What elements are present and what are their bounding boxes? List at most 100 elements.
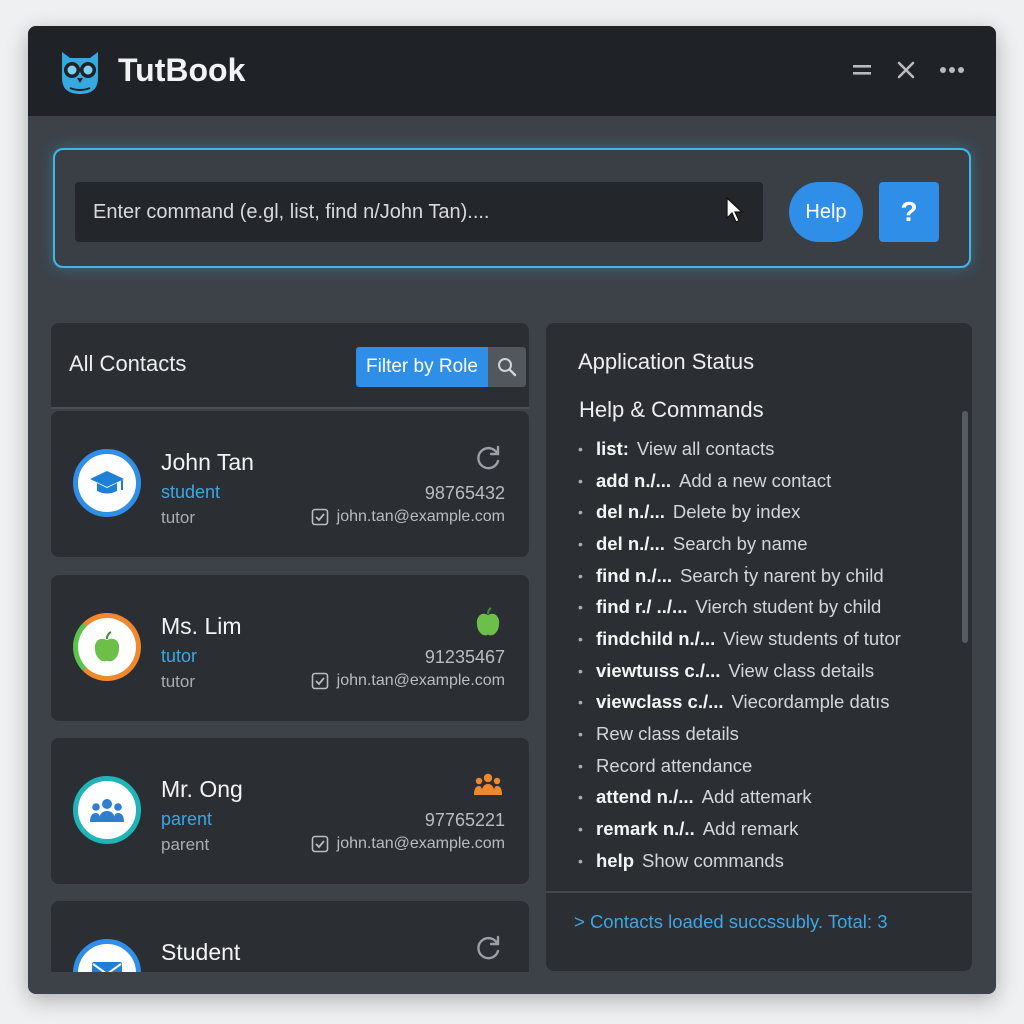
bullet-icon: • (578, 472, 583, 489)
command-description: View students of tutor (723, 627, 901, 649)
owl-logo-icon (62, 52, 98, 94)
command-description: Delete by index (672, 501, 801, 523)
contacts-title: All Contacts (69, 351, 187, 376)
command-description: View all contacts (636, 437, 775, 459)
more-icon[interactable] (934, 54, 970, 86)
contact-role: student (161, 482, 221, 502)
status-title: Application Status (578, 349, 755, 374)
contact-email: john.tan@example.com (336, 835, 505, 852)
bullet-icon: • (578, 567, 583, 584)
command-item: • find r./ ../... Vierch student by child (578, 591, 901, 623)
command-keyword: findchild n./... (596, 627, 716, 649)
people-icon[interactable] (473, 770, 503, 800)
contact-phone: 91235467 (424, 647, 505, 667)
contact-subrole: parent (161, 835, 210, 854)
command-description: Rew class details (596, 723, 739, 745)
command-item: • remark n./.. Add remark (578, 813, 901, 845)
contacts-header: All Contacts Filter by Role (51, 323, 529, 409)
contact-email: john.tan@example.com (336, 508, 505, 525)
command-keyword: attend n./... (596, 786, 694, 808)
bullet-icon: • (578, 757, 583, 774)
command-description: Show commands (642, 849, 784, 871)
command-item: • Record attendance (578, 750, 901, 782)
command-description: Search by name (672, 532, 808, 554)
bullet-icon: • (578, 662, 583, 679)
bullet-icon: • (578, 789, 583, 806)
contact-name: Student (161, 939, 241, 965)
contact-phone: 98765432 (424, 483, 505, 503)
command-item: • attend n./... Add attemark (578, 782, 901, 814)
command-description: Add a new contact (679, 469, 832, 491)
command-description: Record attendance (596, 754, 753, 776)
bullet-icon: • (578, 852, 583, 869)
apple-icon (94, 631, 120, 662)
command-list: • list: View all contacts • add n./... Add a … (578, 433, 901, 877)
avatar (73, 776, 141, 844)
command-input-box (75, 182, 763, 242)
command-keyword: del n./... (596, 501, 665, 523)
contact-email-row: john.tan@example.com (311, 672, 505, 690)
app-window: TutBook Help ? All Contacts Filter by Ro… (28, 26, 996, 994)
command-description: Viecordample datıs (731, 691, 890, 713)
bullet-icon: • (578, 440, 583, 457)
command-keyword: remark n./.. (596, 818, 695, 840)
contact-name: Mr. Ong (161, 776, 243, 802)
command-keyword: list: (596, 437, 629, 459)
avatar (73, 939, 141, 972)
help-button[interactable]: Help (789, 182, 863, 242)
avatar (73, 613, 141, 681)
bullet-icon: • (578, 694, 583, 711)
command-description: View class details (728, 659, 875, 681)
contact-role: parent (161, 809, 213, 829)
refresh-icon[interactable] (473, 933, 503, 963)
command-keyword: find r./ ../... (596, 596, 688, 618)
contact-phone: 97765221 (424, 810, 505, 830)
command-item: • add n./... Add a new contact (578, 465, 901, 497)
command-item: • viewclass c./... Viecordample datıs (578, 687, 901, 719)
graduation-cap-icon (90, 471, 124, 494)
contact-email-row: john.tan@example.com (311, 508, 505, 526)
help-commands-title: Help & Commands (579, 397, 764, 422)
question-button[interactable]: ? (879, 182, 939, 242)
bullet-icon: • (578, 599, 583, 616)
filter-by-role-button[interactable]: Filter by Role (356, 347, 488, 387)
envelope-icon (92, 962, 122, 972)
command-keyword: add n./... (596, 469, 672, 491)
checkbox-icon (311, 508, 328, 526)
avatar (73, 449, 141, 517)
command-description: Add attemark (701, 786, 812, 808)
contact-card[interactable]: Mr. Ong parent parent 97765221 john.tan@… (51, 738, 529, 884)
command-description: Add remark (702, 818, 799, 840)
minimize-icon[interactable] (844, 54, 880, 86)
refresh-icon[interactable] (473, 443, 503, 473)
command-keyword: viewclass c./... (596, 691, 724, 713)
contact-card[interactable]: John Tan student tutor 98765432 john.tan… (51, 411, 529, 557)
contact-role: tutor (161, 646, 198, 666)
scrollbar[interactable] (962, 411, 968, 643)
apple-icon[interactable] (473, 607, 503, 637)
command-keyword: del n./... (596, 532, 665, 554)
command-input[interactable] (75, 182, 763, 242)
command-item: • del n./... Delete by index (578, 496, 901, 528)
command-item: • findchild n./... View students of tutor (578, 623, 901, 655)
bullet-icon: • (578, 535, 583, 552)
bullet-icon: • (578, 504, 583, 521)
command-description: Vierch student by child (695, 596, 882, 618)
checkbox-icon (311, 835, 328, 853)
close-icon[interactable] (888, 54, 924, 86)
status-panel: Application Status Help & Commands • list… (546, 323, 972, 971)
command-keyword: viewtuıss c./... (596, 659, 721, 681)
bullet-icon: • (578, 630, 583, 647)
command-item: • list: View all contacts (578, 433, 901, 465)
contact-email: john.tan@example.com (336, 672, 505, 689)
mouse-cursor-icon (726, 196, 744, 223)
bullet-icon: • (578, 726, 583, 743)
contact-email-row: john.tan@example.com (311, 835, 505, 853)
search-icon[interactable] (488, 347, 526, 387)
contact-card[interactable]: Student (51, 901, 529, 972)
title-bar: TutBook (28, 26, 996, 116)
contact-subrole: tutor (161, 672, 196, 691)
contact-name: John Tan (161, 449, 254, 475)
contact-card[interactable]: Ms. Lim tutor tutor 91235467 john.tan@ex… (51, 575, 529, 721)
contact-subrole: tutor (161, 508, 196, 527)
